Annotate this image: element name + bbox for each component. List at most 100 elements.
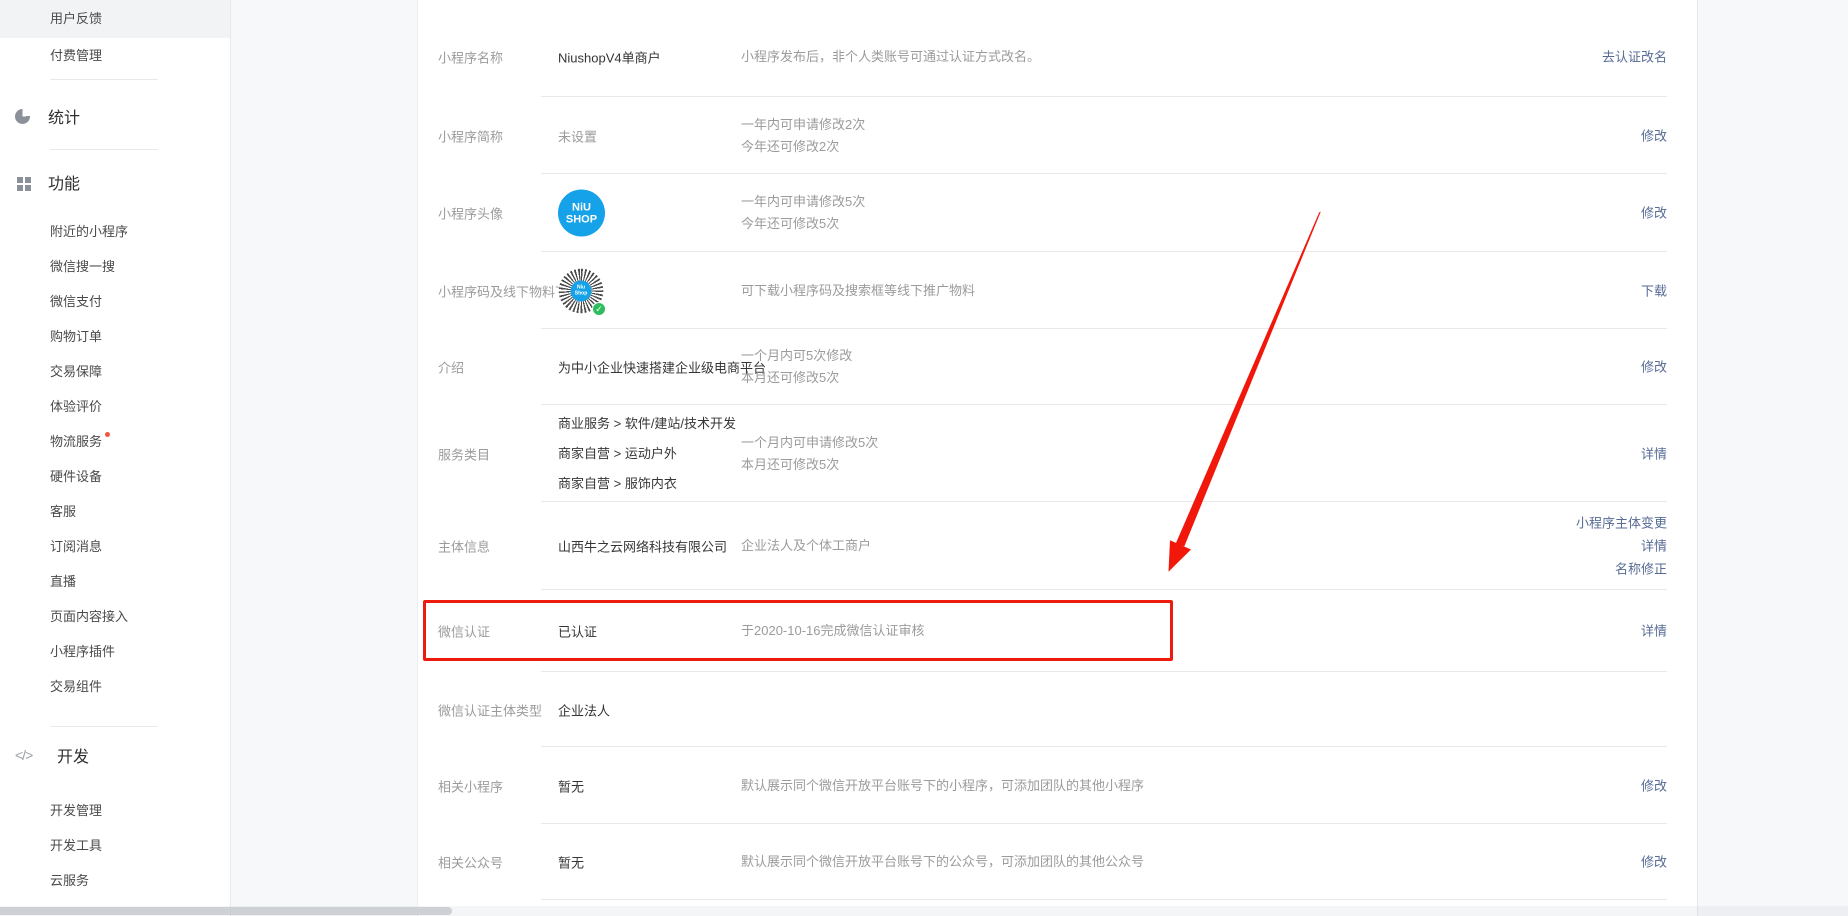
row-value: 暂无 <box>558 853 584 872</box>
value-line: 商家自营 > 运动户外 <box>558 439 736 469</box>
settings-row-introduction: 介绍 为中小企业快速搭建企业级电商平台 一个月内可5次修改 本月还可修改5次 修… <box>418 329 1697 405</box>
desc-line: 本月还可修改5次 <box>741 454 878 476</box>
row-label: 相关小程序 <box>438 776 503 795</box>
row-label: 微信认证主体类型 <box>438 700 542 719</box>
settings-row-related-miniprograms: 相关小程序 暂无 默认展示同个微信开放平台账号下的小程序，可添加团队的其他小程序… <box>418 747 1697 824</box>
row-description: 一年内可申请修改2次 今年还可修改2次 <box>741 114 865 158</box>
miniprogram-avatar: NiU SHOP <box>558 190 605 237</box>
sidebar-feature-list: 附近的小程序 微信搜一搜 微信支付 购物订单 交易保障 体验评价 物流服务 硬件… <box>0 214 230 704</box>
desc-line: 今年还可修改2次 <box>741 136 865 158</box>
sidebar-section-statistics[interactable]: 统计 <box>0 96 230 136</box>
value-line: 商业服务 > 软件/建站/技术开发 <box>558 409 736 439</box>
sidebar-item-paid-management[interactable]: 付费管理 <box>0 38 230 73</box>
settings-row-short-name: 小程序简称 未设置 一年内可申请修改2次 今年还可修改2次 修改 <box>418 97 1697 174</box>
settings-row-wechat-verify: 微信认证 已认证 于2020-10-16完成微信认证审核 详情 <box>418 590 1697 672</box>
settings-row-avatar: 小程序头像 NiU SHOP 一年内可申请修改5次 今年还可修改5次 修改 <box>418 174 1697 252</box>
pie-chart-icon <box>15 109 30 124</box>
row-value: 企业法人 <box>558 700 610 719</box>
desc-line: 本月还可修改5次 <box>741 367 852 389</box>
row-value: 已认证 <box>558 622 597 641</box>
sidebar-item-live[interactable]: 直播 <box>0 564 230 599</box>
modify-link[interactable]: 修改 <box>1641 128 1667 143</box>
sidebar-dev-list: 开发管理 开发工具 云服务 <box>0 793 230 898</box>
row-value: 山西牛之云网络科技有限公司 <box>558 537 727 556</box>
row-description: 企业法人及个体工商户 <box>741 535 871 557</box>
row-label: 小程序头像 <box>438 204 503 223</box>
row-description: 默认展示同个微信开放平台账号下的公众号，可添加团队的其他公众号 <box>741 851 1144 873</box>
row-label: 相关公众号 <box>438 853 503 872</box>
settings-row-service-category: 服务类目 商业服务 > 软件/建站/技术开发 商家自营 > 运动户外 商家自营 … <box>418 405 1697 502</box>
sidebar-item-dev-management[interactable]: 开发管理 <box>0 793 230 828</box>
settings-row-verify-subject-type: 微信认证主体类型 企业法人 <box>418 672 1697 747</box>
sidebar-item-dev-tools[interactable]: 开发工具 <box>0 828 230 863</box>
value-line: 商家自营 > 服饰内衣 <box>558 469 736 499</box>
desc-line: 一年内可申请修改2次 <box>741 114 865 136</box>
desc-line: 于2020-10-16完成微信认证审核 <box>741 620 925 642</box>
modify-link[interactable]: 修改 <box>1641 778 1667 793</box>
sidebar-item-wechat-search[interactable]: 微信搜一搜 <box>0 249 230 284</box>
sidebar-item-experience-review[interactable]: 体验评价 <box>0 389 230 424</box>
sidebar-item-page-content-access[interactable]: 页面内容接入 <box>0 599 230 634</box>
desc-line: 今年还可修改5次 <box>741 213 865 235</box>
row-description: 可下载小程序码及搜索框等线下推广物料 <box>741 280 975 302</box>
subject-change-link[interactable]: 小程序主体变更 <box>1576 516 1667 531</box>
settings-row-related-official-accounts: 相关公众号 暂无 默认展示同个微信开放平台账号下的公众号，可添加团队的其他公众号… <box>418 824 1697 900</box>
sidebar-item-subscribe-message[interactable]: 订阅消息 <box>0 529 230 564</box>
sidebar-item-label: 物流服务 <box>50 434 102 449</box>
desc-line: 可下载小程序码及搜索框等线下推广物料 <box>741 280 975 302</box>
sidebar-item-customer-service[interactable]: 客服 <box>0 494 230 529</box>
desc-line: 默认展示同个微信开放平台账号下的小程序，可添加团队的其他小程序 <box>741 775 1144 797</box>
desc-line: 企业法人及个体工商户 <box>741 535 871 557</box>
sidebar-item-cloud-service[interactable]: 云服务 <box>0 863 230 898</box>
notification-dot-icon <box>105 432 110 437</box>
sidebar-divider <box>50 726 158 727</box>
sidebar-item-nearby-miniprogram[interactable]: 附近的小程序 <box>0 214 230 249</box>
avatar-text: SHOP <box>566 213 597 225</box>
sidebar-item-wechat-pay[interactable]: 微信支付 <box>0 284 230 319</box>
row-value: 未设置 <box>558 126 597 145</box>
rename-by-verify-link[interactable]: 去认证改名 <box>1602 49 1667 64</box>
horizontal-scrollbar-thumb[interactable] <box>0 907 452 915</box>
row-label: 介绍 <box>438 358 464 377</box>
desc-line: 默认展示同个微信开放平台账号下的公众号，可添加团队的其他公众号 <box>741 851 1144 873</box>
sidebar-item-miniprogram-plugin[interactable]: 小程序插件 <box>0 634 230 669</box>
row-value: 商业服务 > 软件/建站/技术开发 商家自营 > 运动户外 商家自营 > 服饰内… <box>558 409 736 499</box>
name-correction-link[interactable]: 名称修正 <box>1615 562 1667 577</box>
sidebar-divider <box>50 149 158 150</box>
desc-line: 一年内可申请修改5次 <box>741 191 865 213</box>
sidebar-section-development[interactable]: </> 开发 <box>0 735 230 775</box>
row-description: 默认展示同个微信开放平台账号下的小程序，可添加团队的其他小程序 <box>741 775 1144 797</box>
qr-text: Shop <box>575 291 588 297</box>
detail-link[interactable]: 详情 <box>1641 539 1667 554</box>
detail-link[interactable]: 详情 <box>1641 446 1667 461</box>
verified-check-icon: ✓ <box>592 302 606 316</box>
sidebar-section-label: 功能 <box>48 170 80 194</box>
sidebar-section-label: 统计 <box>48 104 80 128</box>
sidebar-item-hardware-devices[interactable]: 硬件设备 <box>0 459 230 494</box>
row-value: 为中小企业快速搭建企业级电商平台 <box>558 358 766 377</box>
desc-line: 小程序发布后，非个人类账号可通过认证方式改名。 <box>741 46 1040 68</box>
modify-link[interactable]: 修改 <box>1641 360 1667 375</box>
settings-row-subject-info: 主体信息 山西牛之云网络科技有限公司 企业法人及个体工商户 小程序主体变更 详情… <box>418 502 1697 590</box>
sidebar-item-trade-component[interactable]: 交易组件 <box>0 669 230 704</box>
sidebar-item-shopping-orders[interactable]: 购物订单 <box>0 319 230 354</box>
sidebar-item-logistics-service[interactable]: 物流服务 <box>0 424 230 459</box>
download-link[interactable]: 下载 <box>1641 283 1667 298</box>
sidebar-section-label: 开发 <box>57 743 89 767</box>
code-icon: </> <box>15 747 39 763</box>
sidebar-item-user-feedback[interactable]: 用户反馈 <box>0 0 230 38</box>
detail-link[interactable]: 详情 <box>1641 624 1667 639</box>
modify-link[interactable]: 修改 <box>1641 855 1667 870</box>
sidebar-section-features[interactable]: 功能 <box>0 162 230 202</box>
modify-link[interactable]: 修改 <box>1641 206 1667 221</box>
row-description: 一个月内可5次修改 本月还可修改5次 <box>741 345 852 389</box>
sidebar-divider <box>50 79 158 80</box>
sidebar-item-trade-guarantee[interactable]: 交易保障 <box>0 354 230 389</box>
settings-panel: 小程序名称 NiushopV4单商户 小程序发布后，非个人类账号可通过认证方式改… <box>417 0 1698 916</box>
row-label: 小程序名称 <box>438 47 503 66</box>
row-description: 一个月内可申请修改5次 本月还可修改5次 <box>741 432 878 476</box>
row-description: 于2020-10-16完成微信认证审核 <box>741 620 925 642</box>
grid-icon <box>17 177 23 183</box>
row-label: 主体信息 <box>438 537 490 556</box>
row-value: NiushopV4单商户 <box>558 47 661 66</box>
